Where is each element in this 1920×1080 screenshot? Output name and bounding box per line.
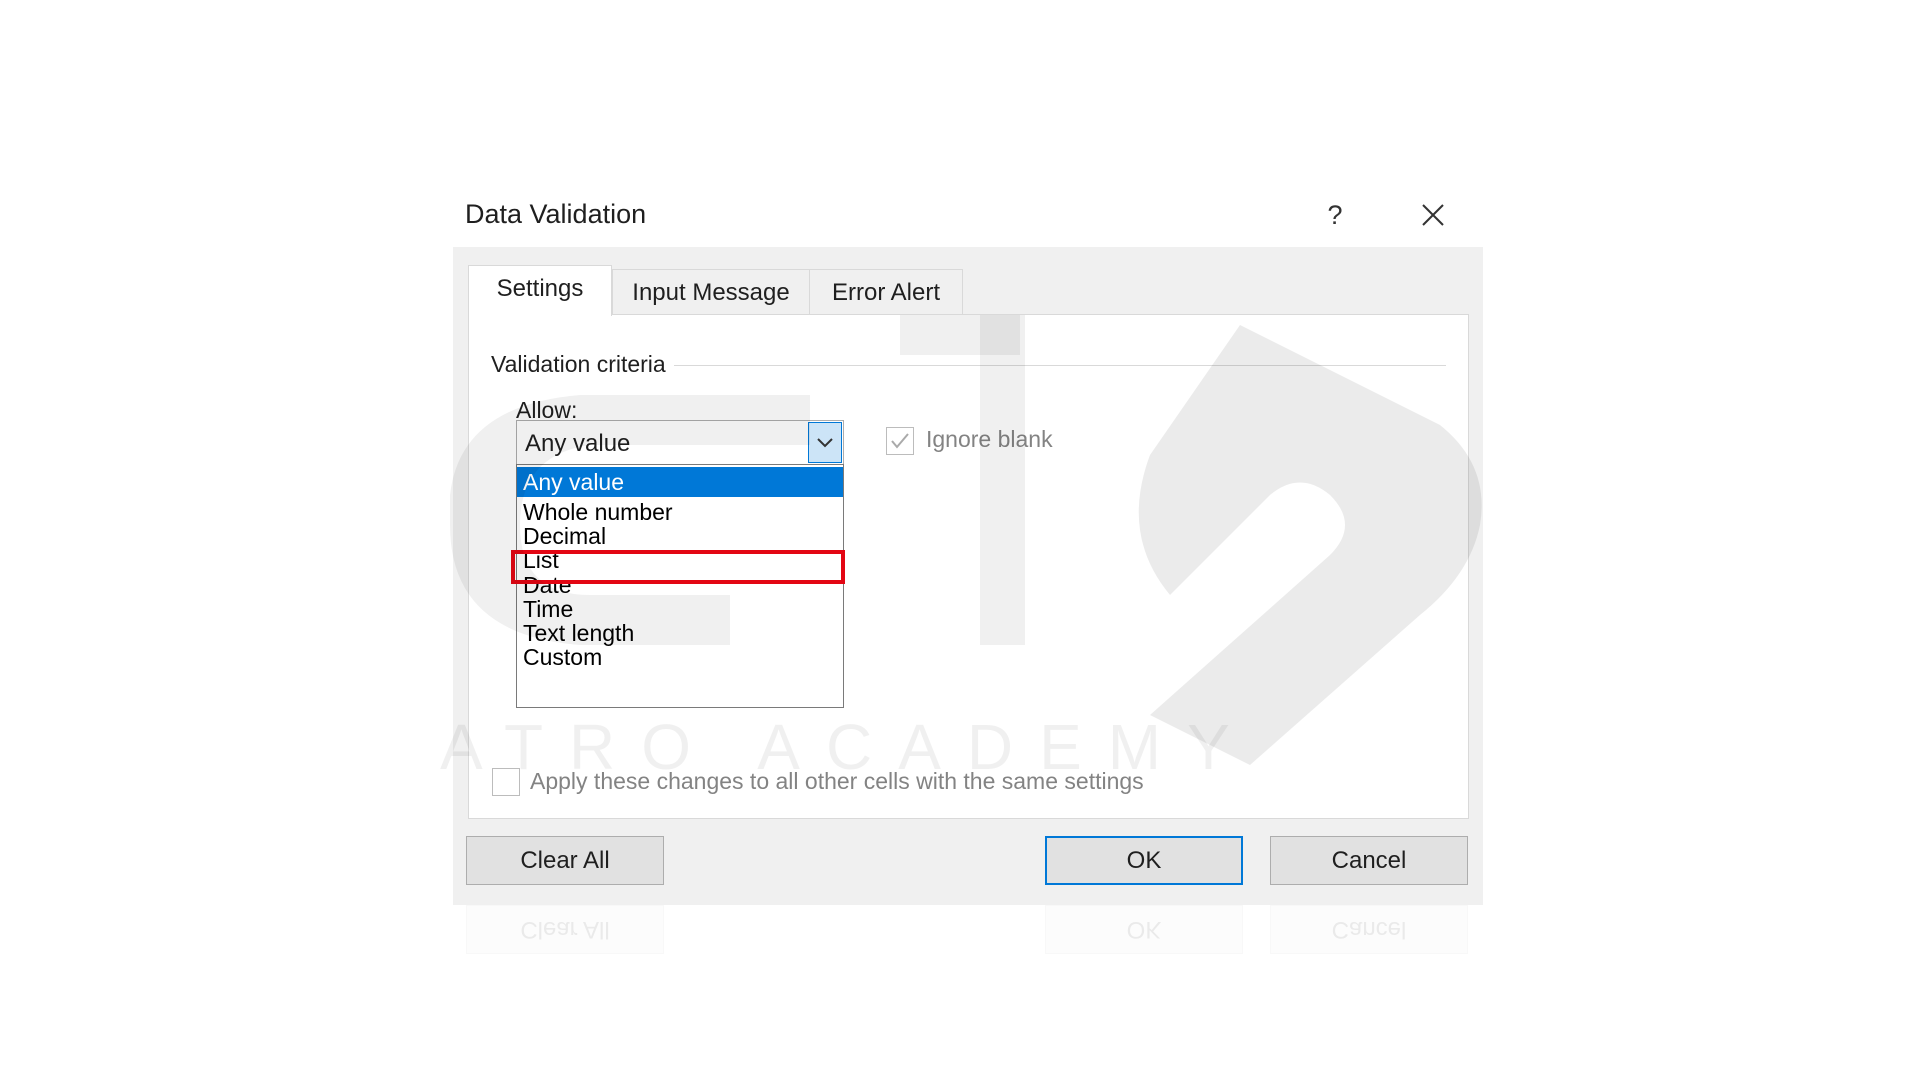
- validation-criteria-label: Validation criteria: [491, 351, 674, 378]
- tab-settings[interactable]: Settings: [468, 265, 612, 316]
- cancel-button[interactable]: Cancel: [1270, 836, 1468, 885]
- close-button[interactable]: [1413, 195, 1453, 235]
- cancel-reflection: Cancel: [1270, 905, 1468, 954]
- data-validation-dialog: Data Validation ? Settings Input Message…: [453, 185, 1483, 905]
- dialog-reflection: Clear All OK Cancel: [453, 905, 1483, 1065]
- option-any-value[interactable]: Any value: [517, 467, 843, 497]
- help-button[interactable]: ?: [1315, 195, 1355, 235]
- allow-select[interactable]: Any value: [516, 420, 844, 467]
- ok-button[interactable]: OK: [1045, 836, 1243, 885]
- clear-all-button[interactable]: Clear All: [466, 836, 664, 885]
- dropdown-arrow-button[interactable]: [808, 422, 842, 463]
- chevron-down-icon: [817, 438, 833, 448]
- dialog-body: Settings Input Message Error Alert Valid…: [453, 247, 1483, 905]
- settings-panel: Validation criteria Allow: Any value Ign…: [468, 314, 1469, 819]
- apply-to-all-checkbox[interactable]: [492, 768, 520, 796]
- ok-reflection: OK: [1045, 905, 1243, 954]
- tab-error-alert[interactable]: Error Alert: [809, 269, 963, 316]
- ignore-blank-label: Ignore blank: [926, 426, 1053, 452]
- checkmark-icon: [891, 433, 909, 449]
- list-option-highlight: [511, 550, 845, 584]
- apply-to-all-label: Apply these changes to all other cells w…: [530, 768, 1144, 794]
- dialog-title: Data Validation: [465, 199, 647, 229]
- close-icon: [1422, 204, 1444, 226]
- dialog-titlebar: Data Validation ?: [453, 185, 1483, 247]
- option-custom[interactable]: Custom: [517, 642, 843, 672]
- tab-input-message[interactable]: Input Message: [612, 269, 810, 316]
- clear-all-reflection: Clear All: [466, 905, 664, 954]
- allow-dropdown-list: Any value Whole number Decimal List Date…: [516, 464, 844, 708]
- ignore-blank-checkbox[interactable]: [886, 427, 914, 455]
- allow-selected-value: Any value: [525, 430, 631, 457]
